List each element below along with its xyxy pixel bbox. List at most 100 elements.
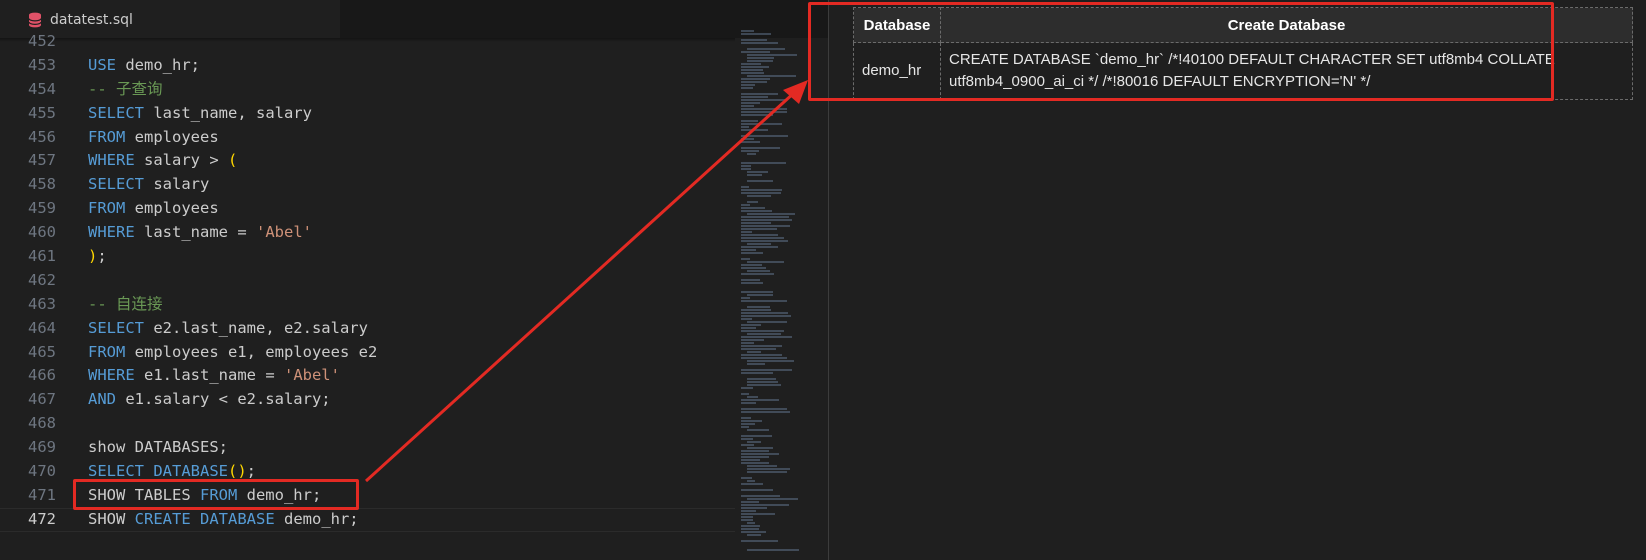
minimap-line xyxy=(741,456,769,458)
minimap-line xyxy=(747,270,770,272)
minimap-line xyxy=(741,495,780,497)
minimap-line xyxy=(747,465,777,467)
minimap-line xyxy=(741,387,753,389)
code-text: SELECT last_name, salary xyxy=(88,102,312,126)
line-number: 458 xyxy=(28,175,56,194)
code-line[interactable]: 463 -- 自连接 xyxy=(0,293,735,317)
code-token: last_name = xyxy=(134,223,256,242)
code-line[interactable]: 469 show DATABASES; xyxy=(0,436,735,460)
code-line[interactable]: 461); xyxy=(0,245,735,269)
code-text: FROM employees xyxy=(88,197,219,221)
minimap-line xyxy=(741,297,750,299)
code-token: show DATABASES; xyxy=(88,438,228,457)
minimap-line xyxy=(741,147,780,149)
minimap-line xyxy=(741,282,763,284)
code-text: AND e1.salary < e2.salary; xyxy=(88,388,331,412)
code-editor[interactable]: 452 453 USE demo_hr; 454 -- 子查询 455 SELECT las… xyxy=(0,30,735,532)
minimap-line xyxy=(741,411,790,413)
code-line[interactable]: 465 FROM employees e1, employees e2 xyxy=(0,341,735,365)
code-line[interactable]: 456 FROM employees xyxy=(0,126,735,150)
highlight-box-code-line xyxy=(73,479,359,510)
code-line[interactable]: 459 FROM employees xyxy=(0,197,735,221)
code-token: 'Abel' xyxy=(256,223,312,242)
minimap-line xyxy=(741,150,759,152)
code-token: ) xyxy=(88,247,98,266)
minimap-line xyxy=(741,210,772,212)
code-text: WHERE last_name = 'Abel' xyxy=(88,221,312,245)
minimap-line xyxy=(741,111,787,113)
minimap-line xyxy=(741,315,791,317)
code-line[interactable]: 452 xyxy=(0,30,735,54)
minimap-line xyxy=(747,243,771,245)
minimap-line xyxy=(741,165,751,167)
minimap-line xyxy=(741,168,751,170)
line-number: 453 xyxy=(28,55,56,74)
minimap-line xyxy=(741,444,754,446)
minimap-line xyxy=(741,501,759,503)
line-number: 462 xyxy=(28,270,56,289)
line-number: 456 xyxy=(28,127,56,146)
minimap-line xyxy=(741,258,750,260)
code-token: salary > xyxy=(134,151,228,170)
code-line[interactable]: 472 SHOW CREATE DATABASE demo_hr; xyxy=(0,507,735,532)
minimap-line xyxy=(741,84,755,86)
minimap-line xyxy=(747,201,758,203)
minimap-line xyxy=(741,402,756,404)
minimap-line xyxy=(741,42,778,44)
code-token: last_name, salary xyxy=(144,103,312,122)
line-number: 455 xyxy=(28,103,56,122)
code-line[interactable]: 457 WHERE salary > ( xyxy=(0,149,735,173)
code-line[interactable]: 468 xyxy=(0,412,735,436)
code-text: USE demo_hr; xyxy=(88,54,200,78)
minimap-line xyxy=(741,231,752,233)
code-token: -- 自连接 xyxy=(88,294,163,313)
code-line[interactable]: 454 -- 子查询 xyxy=(0,78,735,102)
minimap-line xyxy=(741,120,758,122)
code-line[interactable]: 467 AND e1.salary < e2.salary; xyxy=(0,388,735,412)
minimap-line xyxy=(741,126,749,128)
minimap-line xyxy=(741,354,782,356)
minimap-line xyxy=(741,249,756,251)
minimap-line xyxy=(741,483,763,485)
code-token: ; xyxy=(97,247,107,266)
minimap-line xyxy=(747,378,776,380)
minimap-line xyxy=(741,417,751,419)
minimap-line xyxy=(741,240,788,242)
code-text: -- 子查询 xyxy=(88,78,163,102)
minimap-line xyxy=(741,72,764,74)
line-number: 460 xyxy=(28,223,56,242)
code-line[interactable]: 453 USE demo_hr; xyxy=(0,54,735,78)
code-line[interactable]: 462 xyxy=(0,269,735,293)
code-token: WHERE xyxy=(88,223,135,242)
minimap-line xyxy=(741,63,761,65)
minimap-line xyxy=(741,39,767,41)
code-token: AND xyxy=(88,390,116,409)
minimap-line xyxy=(741,273,774,275)
minimap-line xyxy=(741,345,782,347)
minimap-line xyxy=(741,108,787,110)
code-line[interactable]: 466 WHERE e1.last_name = 'Abel' xyxy=(0,364,735,388)
code-line[interactable]: 455 SELECT last_name, salary xyxy=(0,102,735,126)
minimap-line xyxy=(747,534,761,536)
code-line[interactable]: 464 SELECT e2.last_name, e2.salary xyxy=(0,317,735,341)
minimap-line xyxy=(741,162,786,164)
minimap-line xyxy=(741,309,771,311)
line-number: 466 xyxy=(28,366,56,385)
minimap-line xyxy=(741,423,755,425)
code-token: e1.salary < e2.salary; xyxy=(116,390,331,409)
minimap-line xyxy=(747,360,794,362)
line-number: 457 xyxy=(28,151,56,170)
minimap-line xyxy=(747,294,773,296)
code-text: ); xyxy=(88,245,107,269)
code-text: SHOW CREATE DATABASE demo_hr; xyxy=(88,509,359,531)
minimap[interactable] xyxy=(735,30,827,560)
minimap-line xyxy=(747,48,785,50)
minimap-line xyxy=(741,264,762,266)
code-text: FROM employees e1, employees e2 xyxy=(88,341,377,365)
minimap-line xyxy=(747,60,773,62)
code-line[interactable]: 458 SELECT salary xyxy=(0,173,735,197)
sql-editor-pane: datatest.sql 452 453 USE demo_hr; 454 -- 子查询… xyxy=(0,0,828,560)
code-line[interactable]: 460 WHERE last_name = 'Abel' xyxy=(0,221,735,245)
minimap-line xyxy=(747,480,755,482)
minimap-line xyxy=(741,357,787,359)
